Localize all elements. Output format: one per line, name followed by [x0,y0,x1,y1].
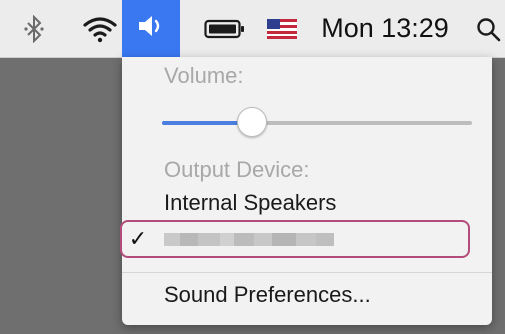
volume-label: Volume: [164,63,244,88]
search-icon[interactable] [470,0,505,57]
clock[interactable]: Mon 13:29 [318,0,452,57]
output-device-internal-speakers[interactable]: Internal Speakers [122,187,492,219]
volume-slider-thumb[interactable] [236,107,267,137]
battery-icon[interactable] [202,0,248,57]
volume-menu-button[interactable] [122,0,180,57]
us-flag-icon[interactable] [262,0,302,57]
output-device-label: Output Device: [164,157,310,182]
device-name: Internal Speakers [164,190,337,215]
volume-dropdown-menu: Volume: Output Device: Internal Speakers… [120,57,492,325]
volume-slider[interactable] [162,107,472,137]
menu-divider [122,272,492,273]
bluetooth-icon[interactable] [18,0,50,57]
wifi-icon[interactable] [80,0,120,57]
obscured-device-name [164,233,334,246]
output-device-selected[interactable]: ✓ [120,220,470,258]
speaker-icon [136,13,166,44]
menu-bar: Mon 13:29 [0,0,505,58]
sound-preferences-item[interactable]: Sound Preferences... [164,282,371,308]
checkmark-icon: ✓ [128,226,148,251]
